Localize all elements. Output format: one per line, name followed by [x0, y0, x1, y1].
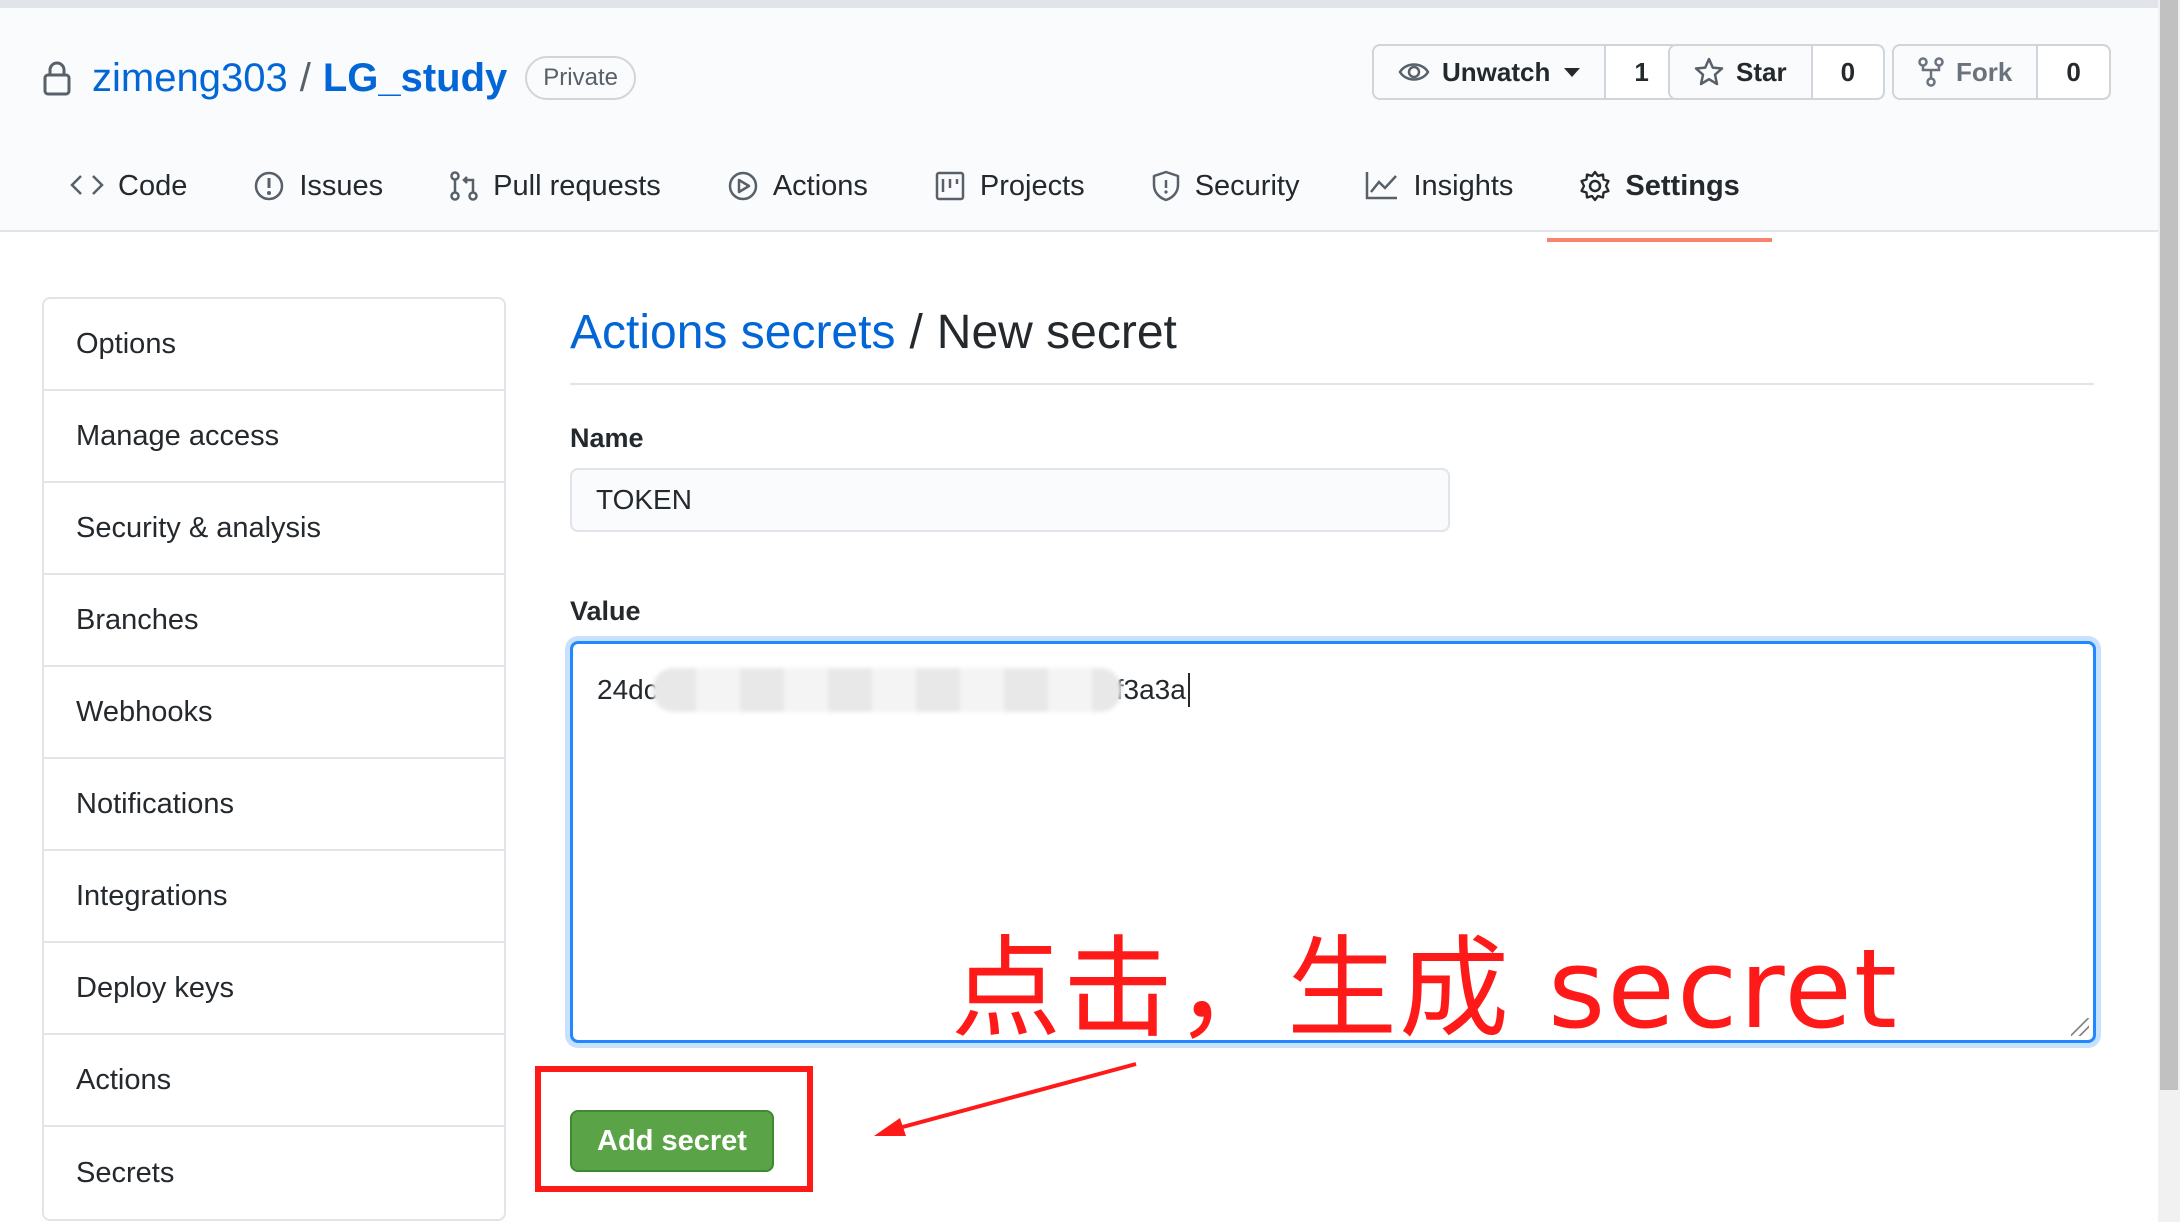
star-icon: [1694, 57, 1724, 86]
tab-label: Issues: [299, 170, 384, 202]
sidebar-item-actions[interactable]: Actions: [44, 1035, 504, 1127]
gear-icon: [1580, 170, 1611, 202]
unwatch-label: Unwatch: [1442, 56, 1551, 87]
main-content: Actions secrets /New secret Name Value 24…: [570, 297, 2096, 1053]
breadcrumb-separator: /: [909, 306, 923, 359]
unwatch-button[interactable]: Unwatch: [1374, 46, 1604, 98]
project-icon: [935, 171, 965, 201]
tab-label: Projects: [979, 170, 1085, 202]
watch-group: Unwatch 1: [1372, 44, 1679, 100]
star-count[interactable]: 0: [1810, 46, 1884, 98]
play-icon: [728, 171, 758, 201]
fork-button[interactable]: Fork: [1894, 46, 2036, 98]
issue-icon: [255, 171, 284, 201]
sidebar-item-webhooks[interactable]: Webhooks: [44, 667, 504, 759]
top-border: [0, 0, 2158, 8]
repo-separator: /: [299, 55, 311, 100]
tab-label: Code: [118, 170, 188, 202]
secret-name-input[interactable]: [570, 468, 1450, 532]
value-prefix: 24dc: [597, 674, 658, 705]
secret-value-text: 24dc f3a3a: [597, 668, 1190, 712]
name-label: Name: [570, 423, 644, 453]
eye-icon: [1398, 63, 1430, 81]
page-title: Actions secrets / New secret: [570, 297, 2094, 385]
fork-label: Fork: [1956, 56, 2013, 87]
text-cursor: [1187, 673, 1190, 707]
private-badge: Private: [525, 56, 636, 100]
code-icon: [70, 175, 104, 195]
chevron-down-icon: [1564, 67, 1581, 77]
value-label: Value: [570, 596, 641, 626]
star-button[interactable]: Star: [1670, 46, 1811, 98]
tab-actions[interactable]: Actions: [727, 158, 868, 240]
repo-tabs: Code Issues Pull requests Actions Projec…: [70, 158, 1806, 242]
tab-label: Insights: [1413, 170, 1514, 202]
tab-pull-requests[interactable]: Pull requests: [449, 158, 661, 240]
sidebar-item-branches[interactable]: Branches: [44, 575, 504, 667]
tab-issues[interactable]: Issues: [253, 158, 383, 240]
tab-insights[interactable]: Insights: [1365, 158, 1513, 240]
sidebar-item-security-analysis[interactable]: Security & analysis: [44, 483, 504, 575]
shield-icon: [1152, 170, 1179, 202]
sidebar-item-options[interactable]: Options: [44, 299, 504, 391]
lock-icon: [43, 61, 71, 96]
graph-icon: [1366, 172, 1398, 200]
tab-label: Security: [1194, 170, 1300, 202]
resize-handle[interactable]: [2071, 1018, 2089, 1036]
sidebar-item-secrets[interactable]: Secrets: [44, 1127, 504, 1219]
sidebar-item-deploy-keys[interactable]: Deploy keys: [44, 943, 504, 1035]
tab-code[interactable]: Code: [70, 158, 187, 240]
repo-title: zimeng303 / LG_study Private: [42, 48, 636, 108]
repo-link[interactable]: LG_study: [323, 56, 507, 101]
scrollbar-thumb[interactable]: [2160, 0, 2178, 1090]
fork-count[interactable]: 0: [2036, 46, 2109, 98]
value-suffix: f3a3a: [1115, 674, 1186, 705]
sidebar-item-integrations[interactable]: Integrations: [44, 851, 504, 943]
settings-sidebar: Options Manage access Security & analysi…: [42, 297, 506, 1221]
sidebar-item-notifications[interactable]: Notifications: [44, 759, 504, 851]
annotation-arrow: [874, 1062, 1137, 1136]
tab-label: Actions: [772, 170, 868, 202]
add-secret-button[interactable]: Add secret: [570, 1110, 774, 1172]
secret-value-textarea[interactable]: 24dc f3a3a 点击，生成 secret: [570, 641, 2096, 1053]
tab-projects[interactable]: Projects: [934, 158, 1085, 240]
tab-label: Settings: [1625, 170, 1740, 202]
redacted-blur: [651, 668, 1122, 712]
star-group: Star 0: [1668, 44, 1886, 100]
owner-link[interactable]: zimeng303: [92, 56, 288, 101]
watch-count[interactable]: 1: [1604, 46, 1677, 98]
tab-label: Pull requests: [493, 170, 661, 202]
repo-header: zimeng303 / LG_study Private Unwatch 1 S…: [0, 8, 2158, 242]
page-title-text: New secret: [936, 306, 1177, 359]
fork-group: Fork 0: [1892, 44, 2111, 100]
star-label: Star: [1736, 56, 1787, 87]
tab-security[interactable]: Security: [1151, 158, 1300, 240]
fork-icon: [1918, 57, 1944, 87]
breadcrumb-actions-secrets[interactable]: Actions secrets: [570, 306, 895, 359]
tab-settings[interactable]: Settings: [1547, 158, 1773, 242]
pull-request-icon: [450, 171, 478, 201]
annotation-text: 点击，生成 secret: [951, 925, 1900, 1053]
sidebar-item-manage-access[interactable]: Manage access: [44, 391, 504, 483]
